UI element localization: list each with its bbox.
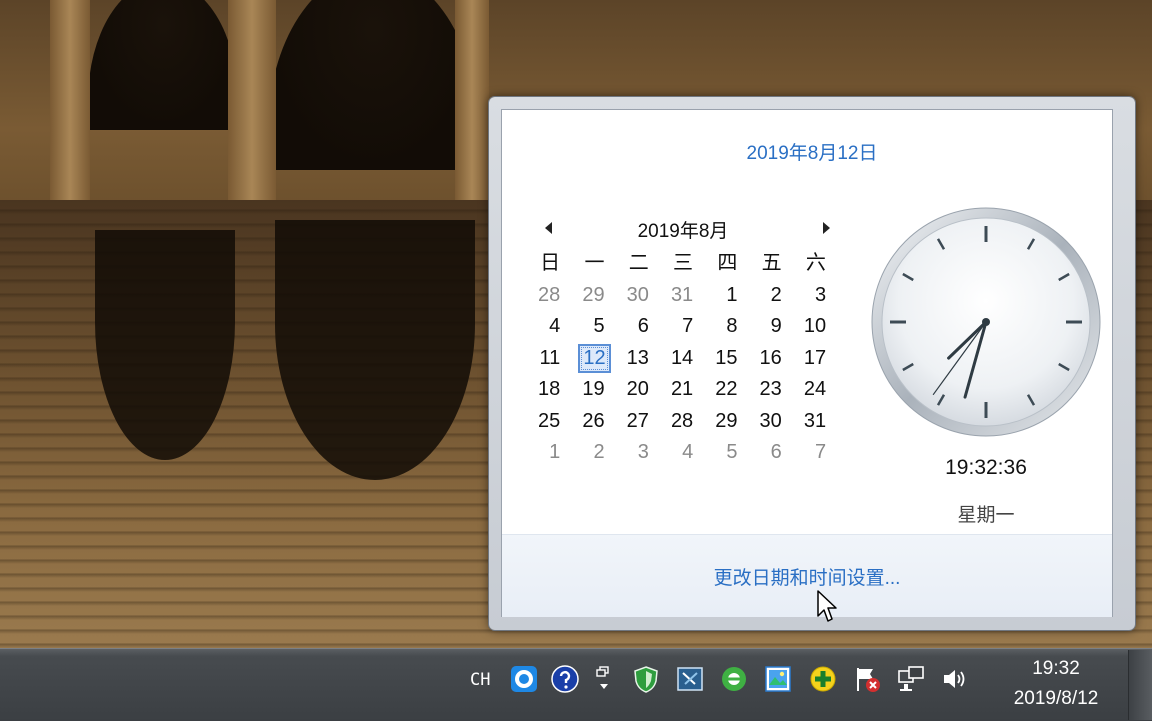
plus-icon[interactable] bbox=[809, 665, 837, 693]
arch-reflection bbox=[95, 230, 235, 460]
calendar-day[interactable]: 7 bbox=[661, 311, 705, 342]
calendar-day[interactable]: 2 bbox=[572, 437, 616, 468]
calendar-day[interactable]: 10 bbox=[794, 311, 838, 342]
calendar-day[interactable]: 31 bbox=[794, 406, 838, 437]
calendar-day[interactable]: 29 bbox=[705, 406, 749, 437]
analog-clock bbox=[871, 207, 1101, 437]
calendar-day[interactable]: 4 bbox=[661, 437, 705, 468]
calendar-day[interactable]: 5 bbox=[572, 311, 616, 342]
calendar-day[interactable]: 11 bbox=[528, 343, 572, 374]
calendar-day[interactable]: 26 bbox=[572, 406, 616, 437]
calendar-day[interactable]: 23 bbox=[749, 374, 793, 405]
calendar-day[interactable]: 6 bbox=[617, 311, 661, 342]
calendar-day[interactable]: 4 bbox=[528, 311, 572, 342]
show-desktop-button[interactable] bbox=[1128, 650, 1152, 720]
taskbar-date: 2019/8/12 bbox=[1013, 688, 1099, 709]
bridge-pillar bbox=[455, 0, 489, 220]
calendar-day[interactable]: 27 bbox=[617, 406, 661, 437]
calendar-day[interactable]: 31 bbox=[661, 280, 705, 311]
calendar-day[interactable]: 19 bbox=[572, 374, 616, 405]
calendar-day[interactable]: 8 bbox=[705, 311, 749, 342]
mouse-cursor-icon bbox=[817, 590, 837, 622]
weekday-header: 四 bbox=[717, 252, 738, 274]
calendar-day[interactable]: 24 bbox=[794, 374, 838, 405]
weekday-header: 六 bbox=[805, 252, 826, 274]
calendar-day[interactable]: 28 bbox=[528, 280, 572, 311]
weekday-header: 五 bbox=[761, 252, 782, 274]
calendar-day[interactable]: 17 bbox=[794, 343, 838, 374]
input-language-indicator[interactable]: CH bbox=[470, 670, 490, 690]
clock-center bbox=[982, 318, 990, 326]
calendar-day[interactable]: 14 bbox=[661, 343, 705, 374]
digital-time: 19:32:36 bbox=[945, 456, 1027, 479]
weekday-header: 一 bbox=[584, 252, 605, 274]
arch-reflection bbox=[275, 220, 475, 480]
calendar-day[interactable]: 5 bbox=[705, 437, 749, 468]
powershell-icon[interactable] bbox=[676, 665, 704, 693]
bridge-pillar bbox=[50, 0, 90, 200]
calendar-day[interactable]: 13 bbox=[617, 343, 661, 374]
weekday-header: 三 bbox=[673, 252, 694, 274]
green-circle-icon[interactable] bbox=[720, 665, 748, 693]
weekday-header: 日 bbox=[540, 252, 561, 274]
calendar-day[interactable]: 20 bbox=[617, 374, 661, 405]
weekday-header: 二 bbox=[628, 252, 649, 274]
calendar-day[interactable]: 29 bbox=[572, 280, 616, 311]
calendar-day[interactable]: 6 bbox=[749, 437, 793, 468]
action-center-flag-icon[interactable] bbox=[853, 665, 881, 693]
flyout-panel: 2019年8月12日 2019年8月 日 一 二 三 四 五 六 28 29 3… bbox=[501, 109, 1113, 617]
calendar-nav: 2019年8月 bbox=[524, 210, 842, 246]
flyout-footer: 更改日期和时间设置... bbox=[502, 534, 1112, 617]
calendar-day[interactable]: 2 bbox=[749, 280, 793, 311]
calendar-month-title[interactable]: 2019年8月 bbox=[524, 216, 842, 243]
taskbar-clock[interactable]: 19:32 2019/8/12 bbox=[990, 654, 1122, 714]
expand-tray-icon[interactable] bbox=[593, 665, 615, 693]
calendar-day[interactable]: 3 bbox=[794, 280, 838, 311]
calendar-day[interactable]: 30 bbox=[749, 406, 793, 437]
calendar-day[interactable]: 7 bbox=[794, 437, 838, 468]
calendar-day[interactable]: 3 bbox=[617, 437, 661, 468]
shield-icon[interactable] bbox=[632, 665, 660, 693]
calendar-day[interactable]: 16 bbox=[749, 343, 793, 374]
today-marker: 12 bbox=[578, 343, 611, 373]
calendar-day[interactable]: 21 bbox=[661, 374, 705, 405]
calendar-day[interactable]: 15 bbox=[705, 343, 749, 374]
weekday-label: 星期一 bbox=[957, 505, 1015, 526]
volume-icon[interactable] bbox=[941, 665, 969, 693]
calendar-day[interactable]: 18 bbox=[528, 374, 572, 405]
calendar-grid: 日 一 二 三 四 五 六 28 29 30 31 1 2 3 4 5 6 7 … bbox=[528, 246, 842, 468]
calendar-day[interactable]: 9 bbox=[749, 311, 793, 342]
calendar-day[interactable]: 25 bbox=[528, 406, 572, 437]
next-month-arrow-icon[interactable] bbox=[820, 220, 834, 236]
image-app-icon[interactable] bbox=[764, 665, 792, 693]
calendar-day[interactable]: 22 bbox=[705, 374, 749, 405]
help-icon[interactable] bbox=[551, 665, 579, 693]
bridge-pillar bbox=[228, 0, 276, 200]
calendar-day[interactable]: 28 bbox=[661, 406, 705, 437]
calendar-day-today[interactable]: 12 bbox=[572, 343, 616, 374]
bridge-arch-right bbox=[268, 0, 478, 170]
datetime-flyout: 2019年8月12日 2019年8月 日 一 二 三 四 五 六 28 29 3… bbox=[489, 97, 1135, 630]
change-datetime-settings-link[interactable]: 更改日期和时间设置... bbox=[502, 563, 1112, 590]
calendar-day[interactable]: 1 bbox=[705, 280, 749, 311]
calendar-day[interactable]: 1 bbox=[528, 437, 572, 468]
long-date-link[interactable]: 2019年8月12日 bbox=[502, 138, 1122, 165]
calendar-day[interactable]: 30 bbox=[617, 280, 661, 311]
ifly-icon[interactable] bbox=[510, 665, 538, 693]
bridge-arch-left bbox=[88, 0, 238, 130]
taskbar-time: 19:32 bbox=[1032, 658, 1080, 679]
network-icon[interactable] bbox=[897, 665, 925, 693]
calendar: 2019年8月 日 一 二 三 四 五 六 28 29 30 31 1 2 3 … bbox=[524, 210, 842, 468]
